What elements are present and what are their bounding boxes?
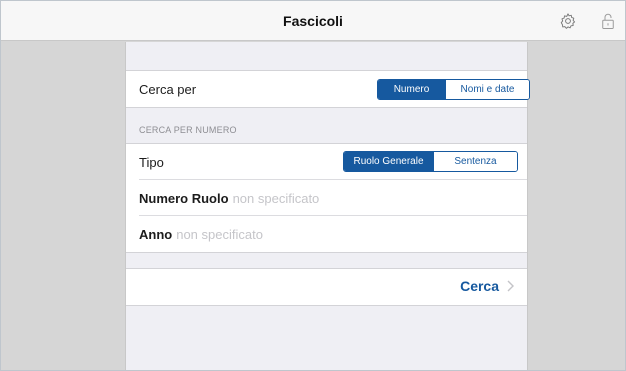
unlock-icon[interactable] <box>598 11 618 31</box>
divider <box>126 305 527 306</box>
tipo-segmented-control[interactable]: Ruolo Generale Sentenza <box>343 151 518 172</box>
gear-icon[interactable] <box>558 11 578 31</box>
anno-row[interactable]: Anno non specificato <box>126 216 527 252</box>
divider <box>126 252 527 253</box>
anno-label: Anno <box>139 227 173 242</box>
anno-field[interactable]: non specificato <box>176 227 263 242</box>
tipo-label: Tipo <box>139 155 164 170</box>
search-action-row[interactable]: Cerca <box>126 269 527 305</box>
divider <box>126 107 527 108</box>
numero-ruolo-field[interactable]: non specificato <box>233 191 320 206</box>
search-button[interactable]: Cerca <box>460 278 514 294</box>
page-title: Fascicoli <box>283 13 343 29</box>
search-by-segmented-control[interactable]: Numero Nomi e date <box>377 79 530 100</box>
section-header: CERCA PER NUMERO <box>139 125 237 135</box>
chevron-right-icon <box>507 280 514 292</box>
numero-ruolo-label: Numero Ruolo <box>139 191 229 206</box>
search-panel: Cerca per Numero Nomi e date CERCA PER N… <box>125 42 530 370</box>
app-window: Fascicoli Cerca per Numero Nomi e date C… <box>0 0 626 371</box>
segment-ruolo-generale[interactable]: Ruolo Generale <box>344 152 433 171</box>
segment-nomi-e-date[interactable]: Nomi e date <box>445 80 529 99</box>
segment-sentenza[interactable]: Sentenza <box>433 152 517 171</box>
search-button-label: Cerca <box>460 278 499 294</box>
tipo-row: Tipo Ruolo Generale Sentenza <box>126 144 527 180</box>
search-by-label: Cerca per <box>139 82 197 97</box>
navigation-bar: Fascicoli <box>1 1 625 41</box>
numero-ruolo-row[interactable]: Numero Ruolo non specificato <box>126 180 527 216</box>
search-by-row: Cerca per Numero Nomi e date <box>126 71 530 107</box>
segment-numero[interactable]: Numero <box>378 80 445 99</box>
